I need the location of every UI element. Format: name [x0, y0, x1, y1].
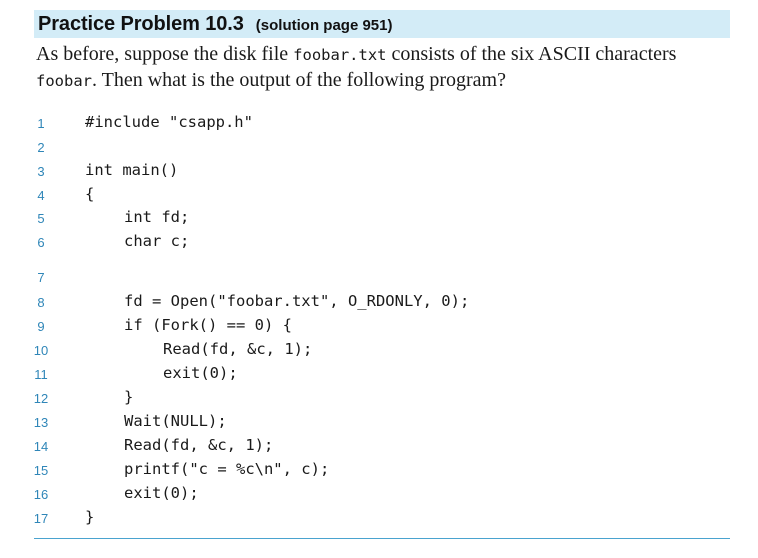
line-number: 10 [33, 343, 49, 358]
code-line: 6 char c; [0, 230, 758, 254]
line-number: 3 [37, 164, 45, 179]
code-line: 10 Read(fd, &c, 1); [0, 338, 758, 362]
code-line: 12 } [0, 386, 758, 410]
line-number: 12 [33, 391, 49, 406]
solution-reference: (solution page 951) [255, 16, 393, 34]
code-text: fd = Open("foobar.txt", O_RDONLY, 0); [124, 292, 470, 310]
code-text: int fd; [124, 208, 190, 226]
code-text: { [85, 185, 95, 203]
problem-statement: As before, suppose the disk file foobar.… [36, 42, 736, 94]
code-text: int main() [85, 161, 179, 179]
line-number: 2 [37, 140, 45, 155]
line-number: 9 [37, 319, 45, 334]
line-number: 13 [33, 415, 49, 430]
line-number: 15 [33, 463, 49, 478]
code-line: 14 Read(fd, &c, 1); [0, 434, 758, 458]
line-number: 14 [33, 439, 49, 454]
line-number: 11 [34, 367, 48, 382]
line-number: 17 [33, 511, 49, 526]
code-text: exit(0); [124, 484, 199, 502]
code-text: } [124, 388, 134, 406]
line-number: 4 [37, 188, 45, 203]
code-text: if (Fork() == 0) { [124, 316, 292, 334]
code-line: 7 [0, 265, 758, 289]
statement-text-1: As before, suppose the disk file [36, 43, 294, 65]
code-line: 11 exit(0); [0, 362, 758, 386]
problem-title: Practice Problem 10.3 [38, 12, 244, 35]
code-text: printf("c = %c\n", c); [124, 460, 330, 478]
statement-text-2: consists of the six ASCII characters [386, 43, 677, 65]
code-line: 5 int fd; [0, 206, 758, 230]
line-number: 6 [37, 235, 45, 250]
code-text: } [85, 508, 95, 526]
code-text: Read(fd, &c, 1); [163, 340, 313, 358]
code-line: 2 [0, 135, 758, 159]
code-text: Read(fd, &c, 1); [124, 436, 274, 454]
code-line: 15 printf("c = %c\n", c); [0, 458, 758, 482]
code-line: 16 exit(0); [0, 482, 758, 506]
line-number: 7 [37, 270, 45, 285]
line-number: 5 [37, 211, 45, 226]
statement-filename: foobar.txt [293, 46, 387, 64]
code-text: exit(0); [163, 364, 238, 382]
statement-characters: foobar [36, 72, 92, 90]
statement-text-3: . Then what is the output of the followi… [92, 69, 506, 91]
line-number: 1 [37, 116, 45, 131]
code-line: 3 int main() [0, 159, 758, 183]
problem-header: Practice Problem 10.3 (solution page 951… [34, 10, 730, 38]
section-divider [34, 538, 730, 539]
code-text: #include "csapp.h" [85, 113, 253, 131]
line-number: 16 [33, 487, 49, 502]
code-text: char c; [124, 232, 190, 250]
code-line: 17 } [0, 506, 758, 530]
line-number: 8 [37, 295, 45, 310]
code-line: 9 if (Fork() == 0) { [0, 314, 758, 338]
code-line: 4 { [0, 183, 758, 207]
code-line: 13 Wait(NULL); [0, 410, 758, 434]
code-text: Wait(NULL); [124, 412, 227, 430]
code-line: 8 fd = Open("foobar.txt", O_RDONLY, 0); [0, 290, 758, 314]
code-line: 1 #include "csapp.h" [0, 111, 758, 135]
